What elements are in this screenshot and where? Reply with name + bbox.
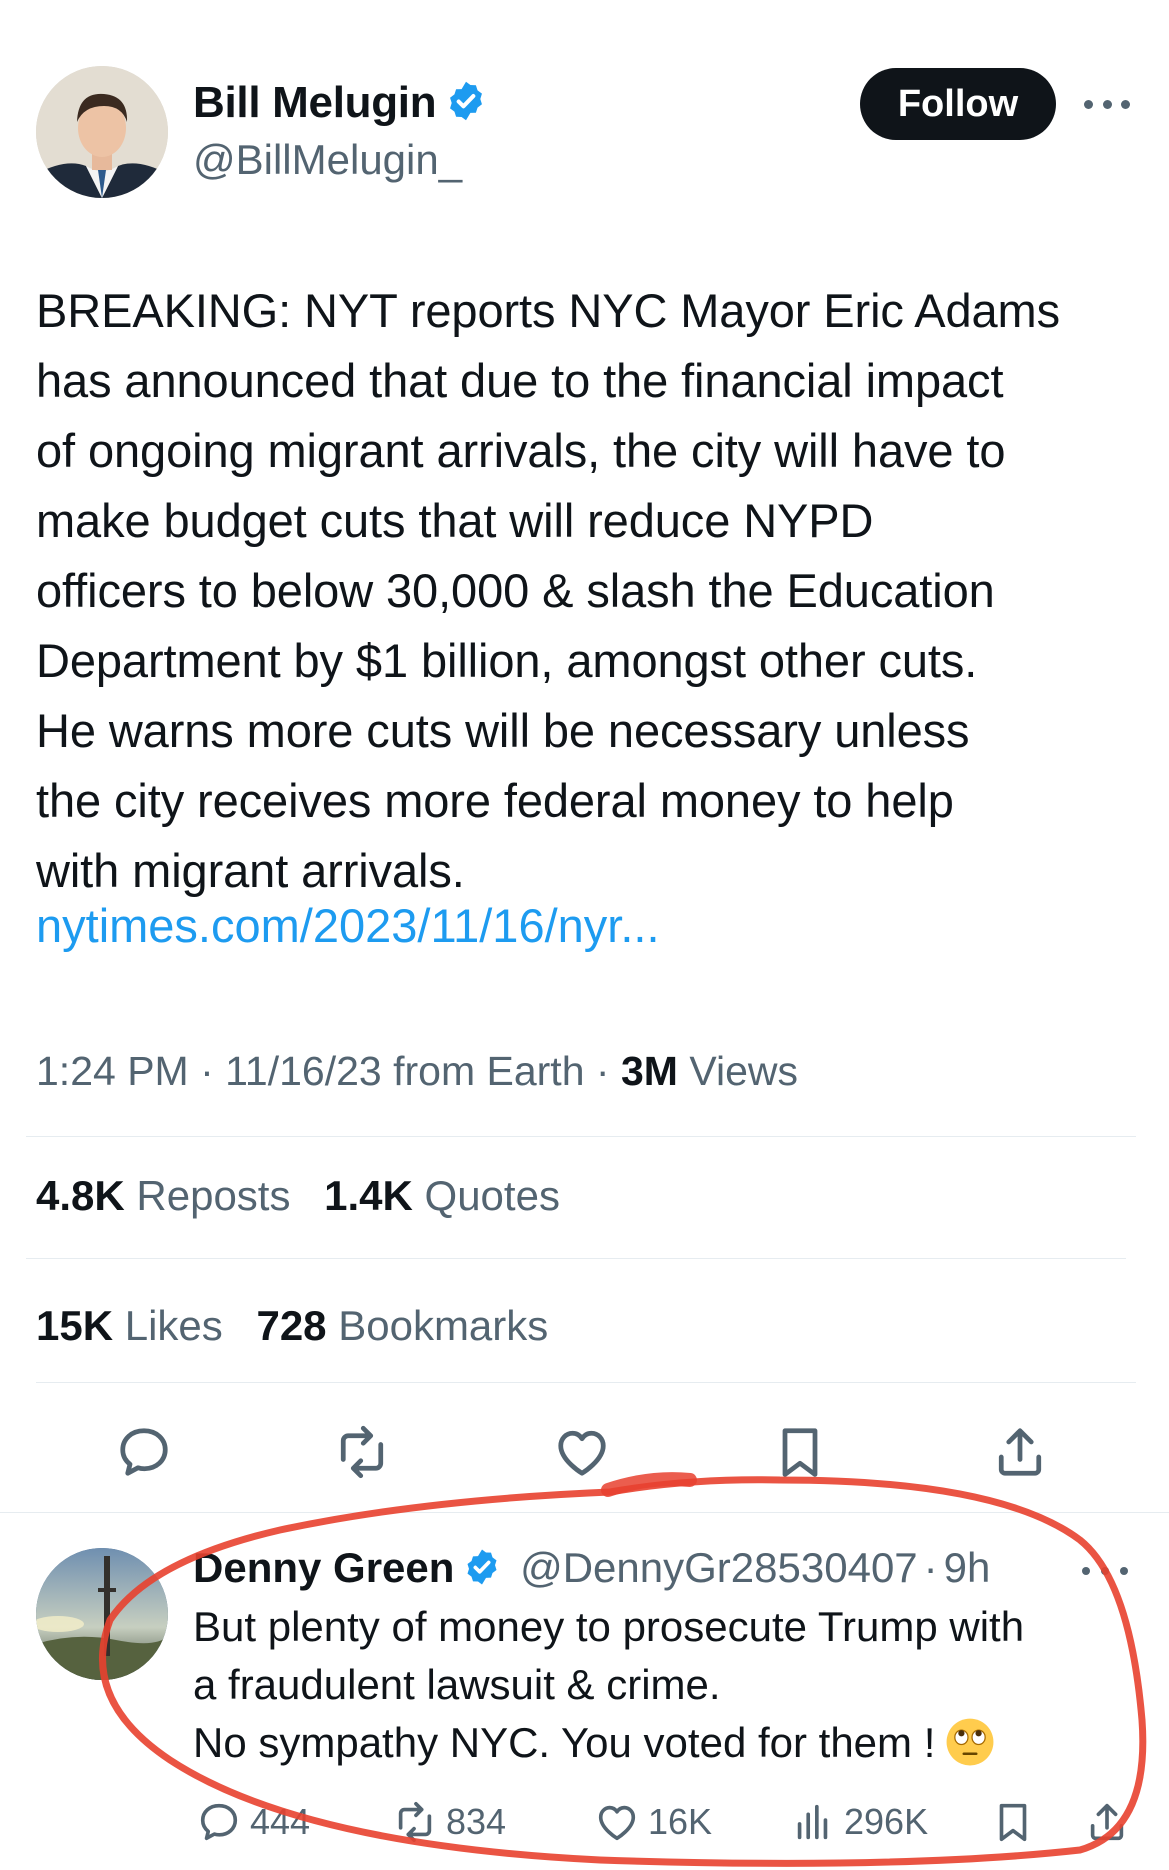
quotes-label: Quotes bbox=[424, 1172, 560, 1219]
like-count: 16K bbox=[648, 1801, 713, 1842]
tweet-text: BREAKING: NYT reports NYC Mayor Eric Ada… bbox=[36, 284, 1060, 897]
likes-label: Likes bbox=[124, 1302, 223, 1349]
reply-count: 444 bbox=[250, 1801, 311, 1842]
reply-icon bbox=[120, 1428, 168, 1476]
reply-text-body: But plenty of money to prosecute Trump w… bbox=[193, 1603, 1025, 1766]
view-count: 296K bbox=[844, 1801, 929, 1842]
follow-button[interactable]: Follow bbox=[860, 68, 1056, 140]
author-handle[interactable]: @BillMelugin_ bbox=[193, 136, 462, 184]
thread-divider bbox=[0, 1512, 1169, 1513]
author-name-text: Bill Melugin bbox=[193, 78, 437, 127]
reposts-stat[interactable]: 4.8K Reposts bbox=[36, 1172, 290, 1220]
reply-header: Denny Green @DennyGr28530407 · 9h bbox=[193, 1544, 990, 1592]
meta-separator: · bbox=[595, 1048, 610, 1094]
rolling-eyes-emoji-icon bbox=[946, 1718, 994, 1766]
divider bbox=[36, 1382, 1136, 1383]
reply-time[interactable]: 9h bbox=[944, 1544, 991, 1591]
avatar-photo bbox=[36, 66, 168, 198]
like-icon bbox=[598, 1805, 636, 1841]
reply-avatar[interactable] bbox=[36, 1548, 168, 1680]
reply-button[interactable] bbox=[108, 1416, 180, 1488]
like-button[interactable] bbox=[546, 1416, 618, 1488]
more-options-icon[interactable] bbox=[1084, 86, 1130, 122]
reply-avatar-photo bbox=[36, 1548, 168, 1680]
reply-bookmark-button[interactable] bbox=[990, 1796, 1044, 1848]
bookmark-icon bbox=[782, 1428, 818, 1477]
divider bbox=[26, 1136, 1136, 1137]
bookmarks-label: Bookmarks bbox=[338, 1302, 549, 1349]
reply-author-handle[interactable]: @DennyGr28530407 bbox=[520, 1544, 918, 1591]
author-name[interactable]: Bill Melugin bbox=[193, 78, 488, 128]
reply-icon bbox=[200, 1803, 238, 1841]
share-button[interactable] bbox=[984, 1416, 1056, 1488]
reply-repost-button[interactable]: 834 bbox=[392, 1796, 506, 1848]
likes-count: 15K bbox=[36, 1302, 114, 1349]
repost-button[interactable] bbox=[326, 1416, 398, 1488]
meta-separator: · bbox=[200, 1048, 214, 1094]
quotes-stat[interactable]: 1.4K Quotes bbox=[324, 1172, 560, 1220]
tweet-time[interactable]: 1:24 PM bbox=[36, 1048, 189, 1094]
like-icon bbox=[558, 1430, 606, 1476]
repost-icon bbox=[340, 1425, 384, 1479]
quotes-count: 1.4K bbox=[324, 1172, 413, 1219]
reply-share-button[interactable] bbox=[1084, 1796, 1138, 1848]
reposts-count: 4.8K bbox=[36, 1172, 125, 1219]
tweet-date[interactable]: 11/16/23 from Earth bbox=[225, 1048, 584, 1094]
stats-row-2: 15K Likes 728 Bookmarks bbox=[36, 1302, 570, 1350]
reply-views-button[interactable]: 296K bbox=[790, 1796, 928, 1848]
reply-like-button[interactable]: 16K bbox=[594, 1796, 712, 1848]
share-icon bbox=[1090, 1803, 1124, 1841]
bookmark-icon bbox=[999, 1803, 1027, 1842]
views-icon bbox=[797, 1804, 828, 1840]
stats-row-1: 4.8K Reposts 1.4K Quotes bbox=[36, 1172, 582, 1220]
views-count: 3M bbox=[620, 1048, 678, 1094]
bookmarks-count: 728 bbox=[256, 1302, 327, 1349]
repost-count: 834 bbox=[446, 1801, 507, 1842]
reposts-label: Reposts bbox=[136, 1172, 291, 1219]
bookmark-button[interactable] bbox=[764, 1416, 836, 1488]
verified-badge-icon bbox=[450, 81, 483, 121]
reply-author-name[interactable]: Denny Green bbox=[193, 1544, 454, 1591]
divider bbox=[26, 1258, 1126, 1259]
share-icon bbox=[998, 1428, 1042, 1476]
author-avatar[interactable] bbox=[36, 66, 168, 198]
views-label: Views bbox=[689, 1048, 798, 1094]
reply-reply-button[interactable]: 444 bbox=[196, 1796, 310, 1848]
repost-icon bbox=[398, 1801, 432, 1843]
verified-badge-icon bbox=[467, 1549, 497, 1585]
tweet-meta: 1:24 PM · 11/16/23 from Earth · 3M Views bbox=[36, 1048, 798, 1095]
article-link[interactable]: nytimes.com/2023/11/16/nyr... bbox=[36, 898, 660, 953]
reply-separator: · bbox=[923, 1544, 938, 1591]
reply-text: But plenty of money to prosecute Trump w… bbox=[193, 1598, 1143, 1772]
likes-stat[interactable]: 15K Likes bbox=[36, 1302, 223, 1350]
reply-more-options-icon[interactable] bbox=[1082, 1556, 1128, 1586]
bookmarks-stat[interactable]: 728 Bookmarks bbox=[256, 1302, 548, 1350]
